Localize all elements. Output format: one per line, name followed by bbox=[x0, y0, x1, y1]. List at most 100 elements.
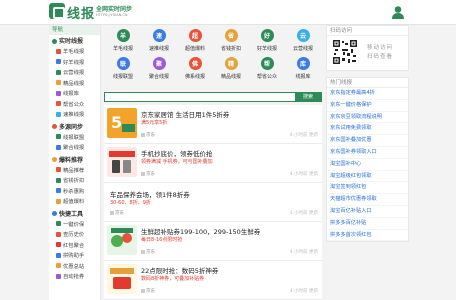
post-item[interactable]: 5 京东家居馆 生活日用1件5折券 满5元享5折 京东 4.小时前 更新 bbox=[104, 105, 322, 144]
post-thumbnail[interactable] bbox=[107, 225, 137, 255]
post-source: 京东 bbox=[141, 249, 155, 255]
sidebar-group-title[interactable]: 实时线报 bbox=[49, 37, 100, 47]
tag-icon bbox=[141, 288, 145, 293]
qr-card: 扫码访问 移动访问 扫码查看 bbox=[326, 25, 409, 71]
search-button[interactable]: 搜索 bbox=[295, 93, 321, 101]
sidebar-item[interactable]: 聚合线报 bbox=[49, 143, 100, 154]
logo-text[interactable]: 线报 bbox=[67, 3, 95, 22]
category-label: 聚合线报 bbox=[148, 74, 169, 80]
sidebar-item[interactable]: 秒杀惠购 bbox=[49, 187, 100, 198]
sidebar-item[interactable]: 优惠总站 bbox=[49, 262, 100, 273]
sidebar-item[interactable]: 查历史价 bbox=[49, 230, 100, 241]
hot-news-link[interactable]: 京东一键价格保护 bbox=[327, 100, 408, 112]
sidebar-item[interactable]: 帮省公众 bbox=[49, 100, 100, 111]
post-item[interactable]: 22点限时抢：数码5折神券 数码8折神券，可叠加补贴券 京东 4.小时前 更新 bbox=[104, 261, 322, 300]
post-subtitle: 满5元享5折 bbox=[141, 120, 168, 126]
category-icon: 好 bbox=[260, 29, 274, 42]
sidebar-item[interactable]: 线报库 bbox=[49, 89, 100, 100]
hot-news-link[interactable]: 京东京豆领取流程说明 bbox=[327, 112, 408, 124]
sidebar-item-icon bbox=[56, 273, 61, 279]
sidebar-item-icon bbox=[56, 48, 61, 54]
hot-news-link[interactable]: 淘宝超级红包领取 bbox=[327, 171, 408, 183]
category-tile[interactable]: 库线报库 bbox=[288, 57, 318, 80]
hot-news-link[interactable]: 淘宝百亿补贴入口 bbox=[327, 206, 408, 218]
hot-news-link[interactable]: 淘宝签到领红包 bbox=[327, 182, 408, 195]
category-tile[interactable]: 云云营线报 bbox=[288, 29, 318, 52]
sidebar-item[interactable]: 省钱折扣 bbox=[49, 176, 100, 187]
sidebar-group-title[interactable]: 多源同步 bbox=[49, 123, 100, 133]
hot-news-link[interactable]: 京东国补券领取入口 bbox=[327, 147, 408, 159]
sidebar-item-label: 拼购助手 bbox=[63, 253, 85, 259]
hot-news-link[interactable]: 淘宝国补中心 bbox=[327, 159, 408, 171]
post-source-label: 京东 bbox=[146, 133, 155, 138]
post-time: 4.小时前 更新 bbox=[289, 289, 318, 294]
category-tile[interactable]: 超超值爆料 bbox=[180, 29, 210, 52]
sidebar-item-icon bbox=[56, 69, 61, 75]
post-thumbnail[interactable] bbox=[107, 264, 137, 294]
sidebar-item-label: 秒杀惠购 bbox=[63, 188, 85, 195]
sidebar-item[interactable]: 云营线报 bbox=[49, 68, 100, 79]
category-tile[interactable]: 好好羊线报 bbox=[252, 29, 282, 52]
sidebar-item[interactable]: 羊毛线报 bbox=[49, 47, 100, 58]
category-label: 羊毛线报 bbox=[112, 46, 133, 52]
sidebar-item-label: 一键价保 bbox=[63, 221, 85, 228]
sidebar-item[interactable]: 自动抢券 bbox=[49, 272, 100, 283]
category-icon: 聚 bbox=[152, 57, 166, 70]
post-subtitle: 每日8-16点限时抢 bbox=[141, 237, 183, 243]
post-title[interactable]: 京东家居馆 生活日用1件5折券 bbox=[141, 109, 229, 119]
sidebar-item[interactable]: 速推线报 bbox=[49, 110, 100, 121]
user-icon[interactable] bbox=[391, 5, 405, 19]
sidebar-group-label: 爆料推荐 bbox=[59, 156, 84, 164]
search-input[interactable] bbox=[107, 94, 297, 101]
hot-news-link[interactable]: 拼多多百亿补贴 bbox=[327, 218, 408, 230]
sidebar-item[interactable]: 红包聚合 bbox=[49, 241, 100, 252]
qr-text-line: 移动访问 bbox=[367, 45, 394, 51]
sidebar-group: 实时线报 羊毛线报 好羊线报 云营线报 精品线报 线报库 帮省公众 速推线报 bbox=[49, 37, 100, 121]
category-tile[interactable]: 联线报联盟 bbox=[108, 57, 138, 80]
sidebar-group-title[interactable]: 快捷工具 bbox=[49, 210, 100, 220]
group-dot-icon bbox=[52, 211, 57, 216]
category-tile[interactable]: 速速推线报 bbox=[144, 29, 174, 52]
sidebar-item-label: 优惠总站 bbox=[63, 263, 85, 270]
category-tile[interactable]: 聚聚合线报 bbox=[144, 57, 174, 80]
hot-news-link[interactable]: 拼多多首次领红包 bbox=[327, 230, 408, 242]
post-title[interactable]: 手机抄底价，领券低价抢 bbox=[141, 148, 213, 158]
sidebar-item-icon bbox=[56, 167, 61, 172]
category-tile[interactable]: 省省钱折扣 bbox=[216, 29, 246, 52]
post-title[interactable]: 生鲜超补贴券199-100，299-150生鲜券 bbox=[141, 226, 260, 236]
post-title[interactable]: 车品保养会场，领1件8折券 bbox=[110, 189, 190, 199]
sidebar-group-title[interactable]: 爆料推荐 bbox=[49, 156, 100, 166]
category-label: 佛系线报 bbox=[184, 74, 205, 80]
qr-card-title: 扫码访问 bbox=[327, 26, 408, 36]
hot-news-link[interactable]: 京东国补叠加优惠 bbox=[327, 135, 408, 147]
category-tile[interactable]: 羊羊毛线报 bbox=[108, 29, 138, 52]
sidebar-item[interactable]: 拼购助手 bbox=[49, 251, 100, 262]
category-icon: 羊 bbox=[116, 29, 130, 42]
category-tile[interactable]: 佛佛系线报 bbox=[180, 57, 210, 80]
post-item[interactable]: 生鲜超补贴券199-100，299-150生鲜券 每日8-16点限时抢 京东 4.小时… bbox=[104, 222, 322, 261]
category-icon: 速 bbox=[152, 29, 166, 42]
qr-text-line: 扫码查看 bbox=[367, 54, 394, 60]
sidebar-item[interactable]: 超值爆料 bbox=[49, 197, 100, 208]
post-thumbnail[interactable] bbox=[107, 147, 137, 177]
sidebar-item-icon bbox=[56, 252, 61, 258]
sidebar-item[interactable]: 好羊线报 bbox=[49, 58, 100, 69]
category-label: 精品线报 bbox=[220, 74, 241, 80]
sidebar-item[interactable]: 一键价保 bbox=[49, 220, 100, 231]
post-subtitle: 数码8折神券，可叠加补贴券 bbox=[141, 276, 205, 282]
post-title[interactable]: 22点限时抢：数码5折神券 bbox=[141, 265, 218, 275]
sidebar-item[interactable]: 精品线报 bbox=[49, 79, 100, 90]
post-thumbnail[interactable]: 5 bbox=[107, 108, 137, 138]
hot-news-link[interactable]: 天猫超市优惠券领取 bbox=[327, 194, 408, 206]
category-tile[interactable]: 精精品线报 bbox=[216, 57, 246, 80]
sidebar-item[interactable]: 线报联盟 bbox=[49, 133, 100, 144]
sidebar-item[interactable]: 精品推荐 bbox=[49, 166, 100, 177]
post-item[interactable]: 手机抄底价，领券低价抢 领券满减 手机券，可与国补叠加 京东 4.小时前 更新 bbox=[104, 144, 322, 183]
hot-news-link[interactable]: 京东试用免费领取 bbox=[327, 123, 408, 136]
logo-icon[interactable] bbox=[49, 3, 65, 19]
category-tile[interactable]: 帮帮省公众 bbox=[252, 57, 282, 80]
post-item[interactable]: 车品保养会场，领1件8折券 30-60、8折、9折 京东 4.小时前 更新 bbox=[104, 183, 322, 222]
category-label: 速推线报 bbox=[148, 46, 169, 52]
hot-news-link[interactable]: 京东指定券最高4折 bbox=[327, 88, 408, 100]
sidebar-item-icon bbox=[56, 221, 61, 226]
